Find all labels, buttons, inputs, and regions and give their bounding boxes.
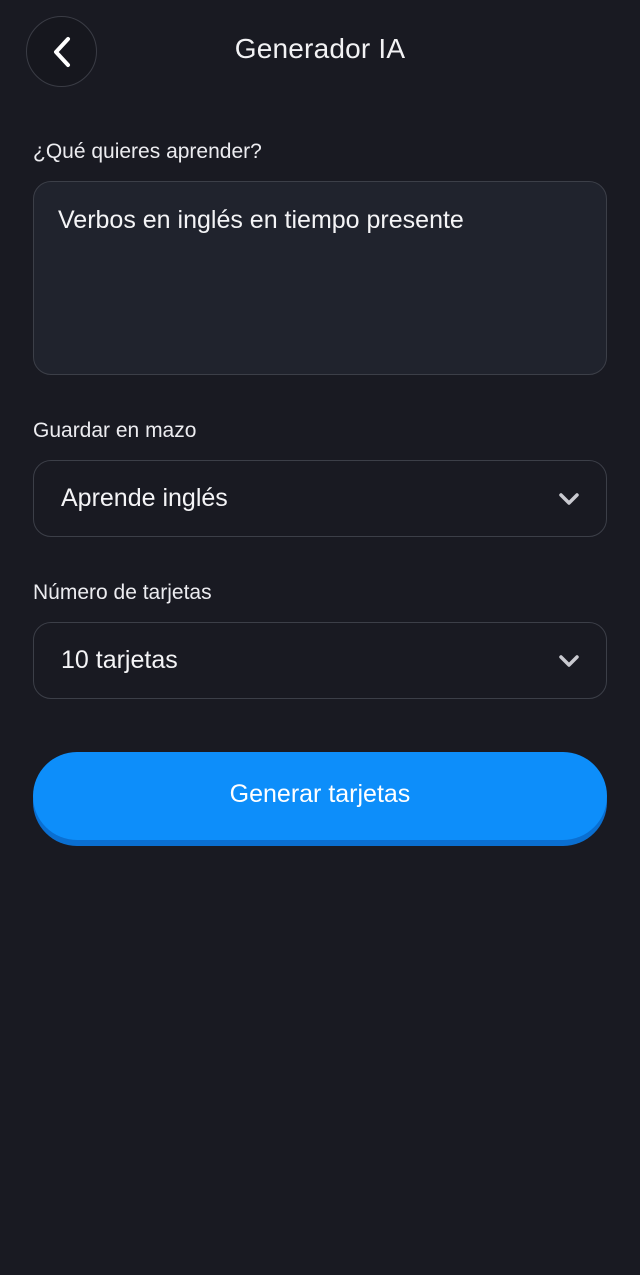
chevron-down-icon <box>558 492 580 506</box>
cards-count-select[interactable]: 10 tarjetas <box>33 622 607 699</box>
topic-input[interactable]: Verbos en inglés en tiempo presente <box>33 181 607 375</box>
topic-label: ¿Qué quieres aprender? <box>33 140 262 163</box>
cards-count-label: Número de tarjetas <box>33 581 212 604</box>
chevron-down-icon <box>558 654 580 668</box>
deck-select[interactable]: Aprende inglés <box>33 460 607 537</box>
deck-select-value: Aprende inglés <box>61 484 228 512</box>
generate-cards-button[interactable]: Generar tarjetas <box>33 752 607 840</box>
deck-label: Guardar en mazo <box>33 419 197 442</box>
ai-generator-screen: Generador IA ¿Qué quieres aprender? Verb… <box>0 0 640 1275</box>
page-title: Generador IA <box>234 33 406 64</box>
cards-count-select-value: 10 tarjetas <box>61 646 178 674</box>
